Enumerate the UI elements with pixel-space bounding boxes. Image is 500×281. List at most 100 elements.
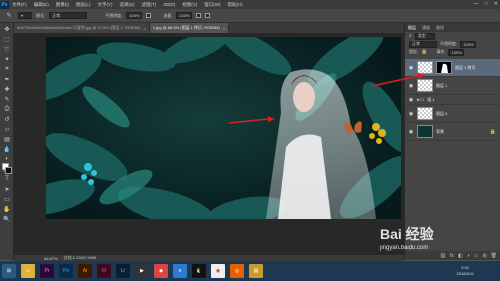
app-ai-icon[interactable]: Ai [78,264,92,278]
layer-filter-dropdown[interactable]: 类型 [414,32,435,40]
layer-name: 图层 1 拷贝 [455,64,476,70]
browser-icon[interactable]: e [173,264,187,278]
app-ps-icon[interactable]: Ps [59,264,73,278]
flow-input[interactable]: 100% [176,12,193,19]
layer-thumbnail [417,107,433,120]
zoom-level[interactable]: 66.67% [44,256,58,261]
tools-panel: ✥ ⬚ ➰ ✦ ⌗ ✒ ✚ ✎ ⎙ ↺ ▱ ▤ 💧 ◐ ✍ T ➤ ▭ ✋ 🔍 [0,23,14,260]
mode-label: 模式: [36,12,46,18]
blur-tool-icon[interactable]: 💧 [2,145,12,153]
folder-icon[interactable]: ▤ [249,264,263,278]
layer-name: 图层 0 [436,110,448,116]
lock-icon[interactable]: 🔒 [421,49,427,55]
menu-view[interactable]: 视图(V) [182,2,197,8]
menu-image[interactable]: 图像(I) [56,2,69,8]
tab-layers[interactable]: 图层 [408,25,416,31]
menu-select[interactable]: 选择(S) [120,2,135,8]
layer-row-3[interactable]: ◉ 图层 0 [405,105,500,123]
tab-document-1[interactable]: 8b8795ab5ebf4d6a5a5d6b0da-可爱的.jpg @ 12.5… [14,23,150,33]
zoom-tool-icon[interactable]: 🔍 [2,215,12,223]
document-tabs: 8b8795ab5ebf4d6a5a5d6b0da-可爱的.jpg @ 12.5… [14,23,404,33]
menu-filter[interactable]: 滤镜(T) [142,2,157,8]
group-name: 组 1 [427,96,435,102]
layer-row-4[interactable]: ◉ 背景 🔒 [405,123,500,141]
close-tab-icon[interactable]: × [223,26,225,31]
healing-tool-icon[interactable]: ✚ [2,85,12,93]
app-pr-icon[interactable]: Pr [40,264,54,278]
eraser-tool-icon[interactable]: ▱ [2,125,12,133]
brush-tool-icon[interactable]: ✎ [4,12,14,20]
lock-row: 锁定: 🔒 填充: 100% [405,48,500,56]
mode-dropdown[interactable]: 正常 [49,12,88,19]
magic-wand-tool-icon[interactable]: ✦ [2,55,12,63]
file-explorer-icon[interactable]: ▭ [21,264,35,278]
menu-help[interactable]: 帮助(H) [228,2,243,8]
chrome-icon[interactable]: ◉ [211,264,225,278]
shape-tool-icon[interactable]: ▭ [2,195,12,203]
eyedropper-tool-icon[interactable]: ✒ [2,75,12,83]
app-lr-icon[interactable]: Lr [116,264,130,278]
tab-paths[interactable]: 路径 [436,25,444,31]
brush-tool-icon[interactable]: ✎ [2,95,12,103]
close-tab-icon[interactable]: × [143,26,145,31]
watermark-brand: Bai 经验 [380,226,434,242]
canvas[interactable] [46,37,401,219]
blend-mode-dropdown[interactable]: 正常 [409,40,437,48]
lock-icon: 🔒 [489,128,496,135]
pressure-size-toggle[interactable] [205,13,211,18]
menu-3d[interactable]: 3D(D) [163,2,175,7]
lasso-tool-icon[interactable]: ➰ [2,45,12,53]
background-color-swatch[interactable] [5,167,12,174]
baidu-jingyan-watermark: Bai 经验 jingyan.baidu.com [380,224,498,262]
move-tool-icon[interactable]: ✥ [2,25,12,33]
layer-group-row[interactable]: ◉ ▸▭ 组 1 [405,95,500,105]
opacity-input[interactable]: 100% [126,12,143,19]
marquee-tool-icon[interactable]: ⬚ [2,35,12,43]
fill-input[interactable]: 100% [448,48,465,56]
path-selection-tool-icon[interactable]: ➤ [2,185,12,193]
color-app-icon[interactable]: ◆ [154,264,168,278]
menu-layer[interactable]: 图层(L) [76,2,91,8]
menu-edit[interactable]: 编辑(E) [34,2,49,8]
clone-stamp-tool-icon[interactable]: ⎙ [2,105,12,113]
maximize-button[interactable]: □ [485,1,488,7]
visibility-eye-icon[interactable]: ◉ [408,97,414,103]
tab-channels[interactable]: 通道 [422,25,430,31]
menu-type[interactable]: 文字(Y) [98,2,113,8]
qq-icon[interactable]: 🐧 [192,264,206,278]
tab-label: 1.jpg @ 66.6% (图层 1 拷贝, RGB/8#) [152,25,220,30]
start-button[interactable]: ⊞ [2,264,16,278]
gradient-tool-icon[interactable]: ▤ [2,135,12,143]
menu-file[interactable]: 文件(F) [12,2,27,8]
history-brush-tool-icon[interactable]: ↺ [2,115,12,123]
layer-mask-thumbnail[interactable] [436,61,452,74]
media-player-icon[interactable]: ▶ [135,264,149,278]
layer-name: 图层 1 [436,82,448,88]
visibility-eye-icon[interactable]: ◉ [408,129,414,135]
firefox-icon[interactable]: ◎ [230,264,244,278]
pressure-opacity-toggle[interactable] [146,13,152,18]
canvas-image [46,37,401,219]
tab-document-2[interactable]: 1.jpg @ 66.6% (图层 1 拷贝, RGB/8#) × [149,23,230,33]
system-tray-clock[interactable]: 6:02 2018/5/11 [457,265,475,277]
hand-tool-icon[interactable]: ✋ [2,205,12,213]
clock-date: 2018/5/11 [456,271,475,276]
airbrush-toggle[interactable] [196,13,202,18]
menu-window[interactable]: 窗口(W) [204,2,220,8]
layer-opacity-input[interactable]: 100% [460,40,477,48]
menu-bar: Ps 文件(F) 编辑(E) 图像(I) 图层(L) 文字(Y) 选择(S) 滤… [0,0,500,9]
search-icon: ⌕ [409,33,412,39]
type-tool-icon[interactable]: T [2,175,12,183]
annotation-arrow [371,73,425,87]
minimize-button[interactable]: — [474,1,479,7]
app-id-icon[interactable]: Id [97,264,111,278]
flow-label: 流量: [163,12,173,18]
photoshop-logo: Ps [0,0,9,9]
layer-thumbnail [417,125,433,138]
close-button[interactable]: ✕ [494,1,498,7]
crop-tool-icon[interactable]: ⌗ [2,65,12,73]
layer-opacity-label: 不透明度: [440,41,458,46]
brush-size-dropdown[interactable]: ▾ [18,12,32,19]
visibility-eye-icon[interactable]: ◉ [408,111,414,117]
dodge-tool-icon[interactable]: ◐ [2,155,12,163]
